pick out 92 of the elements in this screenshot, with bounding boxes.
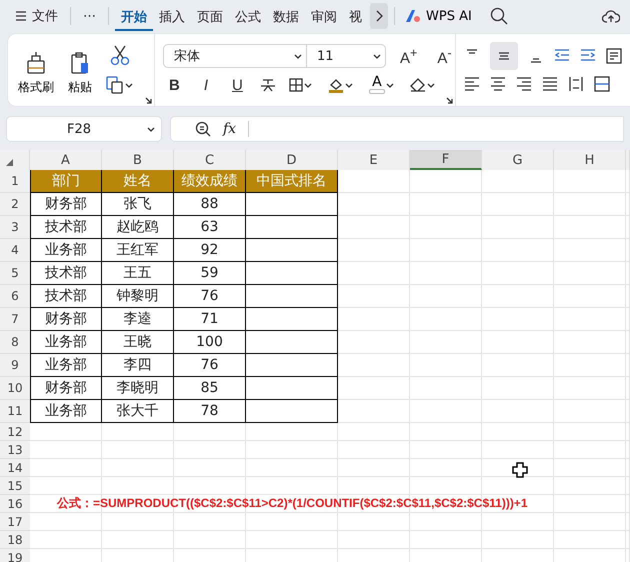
caret-icon: [373, 52, 381, 60]
cursor-icon: [512, 462, 528, 478]
font-size-dropdown[interactable]: 11: [307, 48, 385, 64]
ai-button[interactable]: WPS AI: [401, 8, 476, 24]
ribbon-tab[interactable]: 插入: [153, 1, 191, 31]
column-header[interactable]: E: [338, 150, 410, 170]
row-header[interactable]: 17: [0, 513, 30, 531]
ribbon-tab[interactable]: 开始: [115, 1, 153, 31]
launcher-icon: [145, 97, 152, 104]
ribbon-tab[interactable]: 页面: [191, 1, 229, 31]
caret-icon: [147, 126, 155, 132]
column-header[interactable]: H: [554, 150, 626, 170]
paint-bucket-icon: [328, 77, 344, 93]
formula-input-field[interactable]: fx: [170, 116, 624, 142]
copy-button[interactable]: [104, 74, 135, 96]
grid-icon: [288, 78, 303, 92]
copy-icon: [106, 76, 124, 94]
zoom-icon: [195, 121, 211, 137]
column-header[interactable]: D: [246, 150, 338, 170]
italic-button[interactable]: I: [198, 76, 214, 94]
menu-icon: [16, 11, 26, 21]
merge-cells-icon[interactable]: [594, 76, 610, 92]
row-header[interactable]: 16: [0, 495, 30, 513]
row-header[interactable]: 18: [0, 531, 30, 549]
row-header[interactable]: 12: [0, 423, 30, 441]
align-right-icon[interactable]: [516, 76, 532, 92]
search-icon[interactable]: [490, 7, 508, 25]
row-header[interactable]: 2: [0, 193, 30, 216]
ribbon-tab[interactable]: 公式: [229, 1, 267, 31]
scissors-icon[interactable]: [110, 44, 130, 66]
clipboard-icon: [69, 51, 91, 75]
table-header-cell: 姓名: [102, 170, 174, 193]
more-button[interactable]: ⋯: [77, 3, 102, 29]
strikethrough-icon[interactable]: [260, 78, 275, 92]
row-header[interactable]: 1: [0, 170, 30, 193]
row-header[interactable]: 10: [0, 377, 30, 400]
column-header[interactable]: F: [410, 150, 482, 170]
clear-button[interactable]: [408, 76, 437, 94]
font-name-dropdown[interactable]: 宋体: [164, 45, 307, 67]
ribbon-tab[interactable]: 数据: [267, 1, 305, 31]
row-header[interactable]: 4: [0, 239, 30, 262]
paintbrush-icon: [25, 51, 47, 75]
row-header[interactable]: 19: [0, 549, 30, 562]
justify-icon[interactable]: [542, 76, 558, 92]
ribbon-tab[interactable]: 视: [343, 1, 368, 31]
row-header[interactable]: 5: [0, 262, 30, 285]
align-left-icon[interactable]: [464, 76, 480, 92]
row-header[interactable]: 9: [0, 354, 30, 377]
format-painter-button[interactable]: 格式刷: [16, 51, 56, 96]
cloud-upload-icon[interactable]: [602, 8, 620, 24]
ribbon-tab[interactable]: 审阅: [305, 1, 343, 31]
paste-button[interactable]: 粘贴: [66, 51, 94, 96]
eraser-icon: [410, 78, 426, 92]
row-header[interactable]: 15: [0, 477, 30, 495]
column-header[interactable]: B: [102, 150, 174, 170]
table-header-cell: 绩效成绩: [174, 170, 246, 193]
row-header[interactable]: 7: [0, 308, 30, 331]
caret-icon: [304, 82, 312, 88]
borders-button[interactable]: [286, 76, 314, 94]
column-header[interactable]: A: [30, 150, 102, 170]
caret-icon: [386, 82, 394, 88]
column-header[interactable]: G: [482, 150, 554, 170]
launcher-icon: [446, 97, 453, 104]
name-box[interactable]: F28: [6, 116, 162, 142]
bold-button[interactable]: B: [163, 76, 186, 94]
file-menu[interactable]: 文件: [10, 3, 64, 29]
font-color-button[interactable]: A: [366, 74, 396, 96]
row-header[interactable]: 3: [0, 216, 30, 239]
table-header-cell: 中国式排名: [246, 170, 338, 193]
table-header-cell: 部门: [30, 170, 102, 193]
scroll-right-button[interactable]: [370, 3, 388, 29]
row-header[interactable]: 8: [0, 331, 30, 354]
chevron-right-icon: [375, 10, 383, 22]
caret-icon: [426, 82, 435, 88]
grow-font-button[interactable]: A$^{+}$: [394, 46, 424, 66]
shrink-font-button[interactable]: A$^{-}$: [431, 46, 458, 66]
caret-icon: [294, 52, 302, 60]
select-all-icon[interactable]: [6, 159, 13, 166]
row-header[interactable]: 6: [0, 285, 30, 308]
column-header[interactable]: C: [174, 150, 246, 170]
distributed-icon[interactable]: [568, 76, 584, 92]
row-header[interactable]: 13: [0, 441, 30, 459]
wrap-text-icon[interactable]: [606, 48, 622, 64]
function-button[interactable]: fx: [223, 121, 236, 137]
ai-logo-icon: [405, 9, 421, 23]
underline-button[interactable]: U: [226, 76, 249, 94]
align-center-icon[interactable]: [490, 76, 506, 92]
caret-icon: [125, 82, 133, 88]
align-middle-icon[interactable]: [490, 42, 518, 70]
caret-icon: [344, 82, 353, 88]
row-header[interactable]: 11: [0, 400, 30, 423]
row-header[interactable]: 14: [0, 459, 30, 477]
